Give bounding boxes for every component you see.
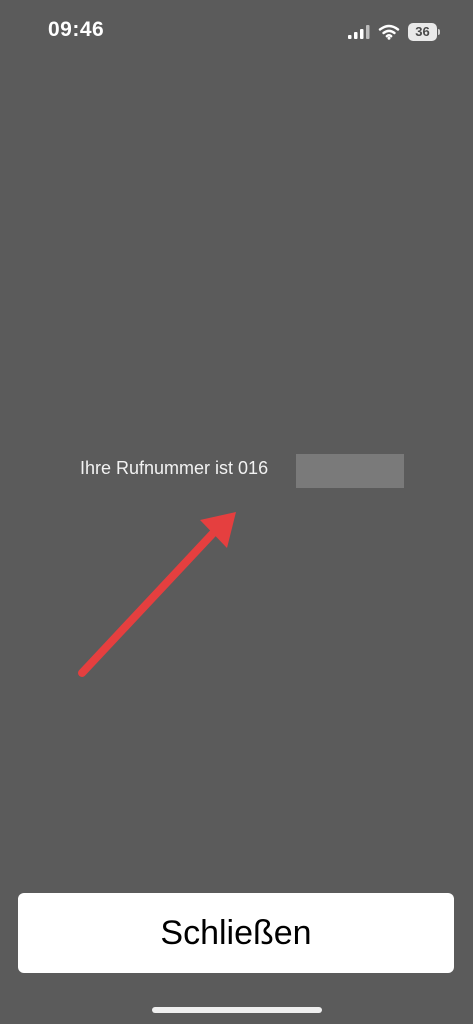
status-time: 09:46	[48, 18, 105, 41]
wifi-icon	[378, 24, 400, 40]
close-button[interactable]: Schließen	[18, 893, 454, 973]
status-icons: 36	[348, 22, 440, 42]
status-bar: 09:46 36	[0, 0, 473, 64]
screen: 09:46 36 Ihre Rufnummer ist 016 Schließe…	[0, 0, 473, 1024]
phone-number-message: Ihre Rufnummer ist 016	[80, 454, 420, 488]
home-indicator[interactable]	[152, 1007, 322, 1013]
battery-cap	[438, 29, 440, 35]
battery-icon: 36	[408, 23, 440, 41]
cellular-signal-icon	[348, 25, 370, 39]
battery-level: 36	[408, 23, 438, 41]
annotation-arrow-icon	[78, 512, 236, 677]
phone-number-text: Ihre Rufnummer ist 016	[80, 458, 269, 478]
redacted-phone-number	[296, 454, 404, 488]
